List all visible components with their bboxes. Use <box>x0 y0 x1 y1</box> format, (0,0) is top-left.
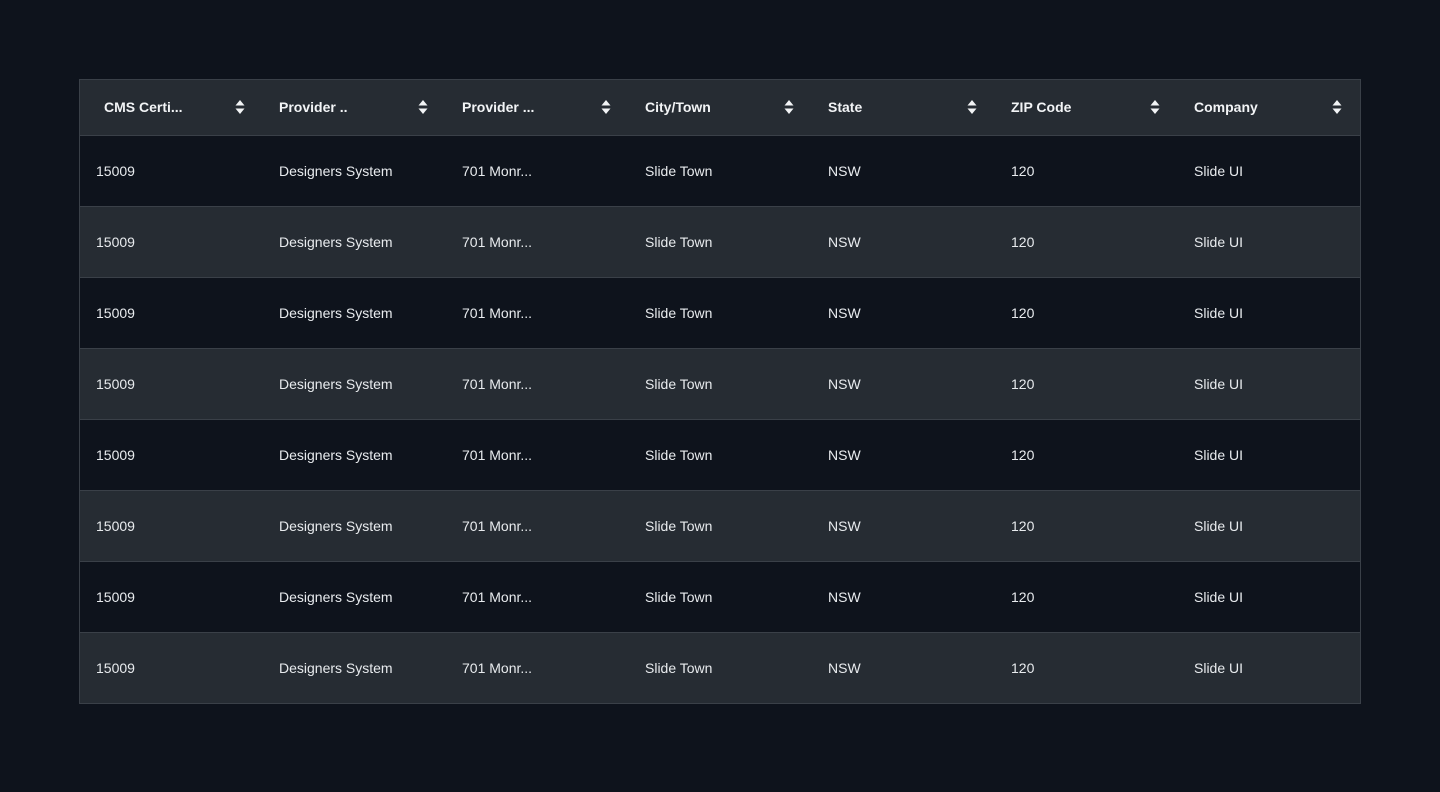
provider-name-cell: Designers System <box>263 418 446 490</box>
column-header-cms-certification[interactable]: CMS Certi... <box>80 80 263 136</box>
sort-icon[interactable] <box>418 99 428 115</box>
zip-code-cell: 120 <box>995 418 1178 490</box>
table-row[interactable]: 15009 Designers System 701 Monr... Slide To… <box>80 135 1360 206</box>
state-cell: NSW <box>812 560 995 632</box>
cms-certification-cell: 15009 <box>80 489 263 561</box>
provider-address-cell: 701 Monr... <box>446 205 629 277</box>
table-header: CMS Certi... Provider .. Provider ... Ci… <box>80 80 1360 136</box>
company-cell: Slide UI <box>1194 162 1244 179</box>
provider-address-cell: 701 Monr... <box>446 347 629 419</box>
state-cell: NSW <box>812 205 995 277</box>
company-cell: Slide UI <box>1178 347 1360 419</box>
provider-address-cell: 701 Monr... <box>446 560 629 632</box>
table-row[interactable]: 15009 Designers System 701 Monr... Slide To… <box>80 205 1360 277</box>
provider-name-cell: Designers System <box>263 489 446 561</box>
column-label: Provider ... <box>462 99 535 116</box>
sort-icon[interactable] <box>967 99 977 115</box>
column-label: State <box>828 99 863 116</box>
column-label: CMS Certi... <box>104 99 183 116</box>
table-row[interactable]: 15009 Designers System 701 Monr... Slide To… <box>80 631 1360 703</box>
cms-certification-cell: 15009 <box>80 347 263 419</box>
column-header-company[interactable]: Company <box>1178 80 1360 136</box>
sort-icon[interactable] <box>1332 99 1342 115</box>
cms-certification-cell: 15009 <box>80 276 263 348</box>
state-cell: NSW <box>828 162 861 179</box>
provider-name-cell: Designers System <box>279 162 393 179</box>
column-label: Company <box>1194 99 1258 116</box>
column-header-state[interactable]: State <box>812 80 995 136</box>
provider-address-cell: 701 Monr... <box>446 418 629 490</box>
provider-name-cell: Designers System <box>263 276 446 348</box>
table-row[interactable]: 15009 Designers System 701 Monr... Slide To… <box>80 276 1360 348</box>
cms-certification-cell: 15009 <box>80 205 263 277</box>
city-town-cell: Slide Town <box>629 276 812 348</box>
cms-certification-cell: 15009 <box>80 560 263 632</box>
zip-code-cell: 120 <box>995 560 1178 632</box>
cms-certification-cell: 15009 <box>96 162 135 179</box>
column-header-provider-name[interactable]: Provider .. <box>263 80 446 136</box>
zip-code-cell: 120 <box>995 631 1178 703</box>
header-row: CMS Certi... Provider .. Provider ... Ci… <box>80 80 1360 136</box>
zip-code-cell: 120 <box>995 205 1178 277</box>
company-cell: Slide UI <box>1178 560 1360 632</box>
table: CMS Certi... Provider .. Provider ... Ci… <box>80 80 1360 703</box>
provider-address-cell: 701 Monr... <box>446 276 629 348</box>
state-cell: NSW <box>812 347 995 419</box>
column-header-zip-code[interactable]: ZIP Code <box>995 80 1178 136</box>
table-row[interactable]: 15009 Designers System 701 Monr... Slide To… <box>80 418 1360 490</box>
state-cell: NSW <box>812 418 995 490</box>
cms-certification-cell: 15009 <box>80 631 263 703</box>
company-cell: Slide UI <box>1178 418 1360 490</box>
data-table: CMS Certi... Provider .. Provider ... Ci… <box>79 79 1361 704</box>
zip-code-cell: 120 <box>995 489 1178 561</box>
zip-code-cell: 120 <box>995 276 1178 348</box>
sort-icon[interactable] <box>235 99 245 115</box>
state-cell: NSW <box>812 276 995 348</box>
table-row[interactable]: 15009 Designers System 701 Monr... Slide To… <box>80 347 1360 419</box>
provider-address-cell: 701 Monr... <box>462 162 533 179</box>
column-label: Provider .. <box>279 99 348 116</box>
city-town-cell: Slide Town <box>645 162 713 179</box>
city-town-cell: Slide Town <box>629 205 812 277</box>
column-label: City/Town <box>645 99 711 116</box>
company-cell: Slide UI <box>1178 631 1360 703</box>
provider-name-cell: Designers System <box>263 631 446 703</box>
city-town-cell: Slide Town <box>629 418 812 490</box>
column-header-provider-address[interactable]: Provider ... <box>446 80 629 136</box>
zip-code-cell: 120 <box>1011 162 1035 179</box>
state-cell: NSW <box>812 631 995 703</box>
column-label: ZIP Code <box>1011 99 1072 116</box>
company-cell: Slide UI <box>1178 276 1360 348</box>
city-town-cell: Slide Town <box>629 631 812 703</box>
provider-name-cell: Designers System <box>263 347 446 419</box>
sort-icon[interactable] <box>601 99 611 115</box>
column-header-city-town[interactable]: City/Town <box>629 80 812 136</box>
company-cell: Slide UI <box>1178 489 1360 561</box>
company-cell: Slide UI <box>1178 205 1360 277</box>
city-town-cell: Slide Town <box>629 489 812 561</box>
provider-name-cell: Designers System <box>263 560 446 632</box>
provider-address-cell: 701 Monr... <box>446 631 629 703</box>
city-town-cell: Slide Town <box>629 347 812 419</box>
provider-address-cell: 701 Monr... <box>446 489 629 561</box>
sort-icon[interactable] <box>784 99 794 115</box>
city-town-cell: Slide Town <box>629 560 812 632</box>
state-cell: NSW <box>812 489 995 561</box>
sort-icon[interactable] <box>1150 99 1160 115</box>
provider-name-cell: Designers System <box>263 205 446 277</box>
table-body: 15009 Designers System 701 Monr... Slide To… <box>80 135 1360 703</box>
table-row[interactable]: 15009 Designers System 701 Monr... Slide To… <box>80 560 1360 632</box>
table-row[interactable]: 15009 Designers System 701 Monr... Slide To… <box>80 489 1360 561</box>
cms-certification-cell: 15009 <box>80 418 263 490</box>
zip-code-cell: 120 <box>995 347 1178 419</box>
